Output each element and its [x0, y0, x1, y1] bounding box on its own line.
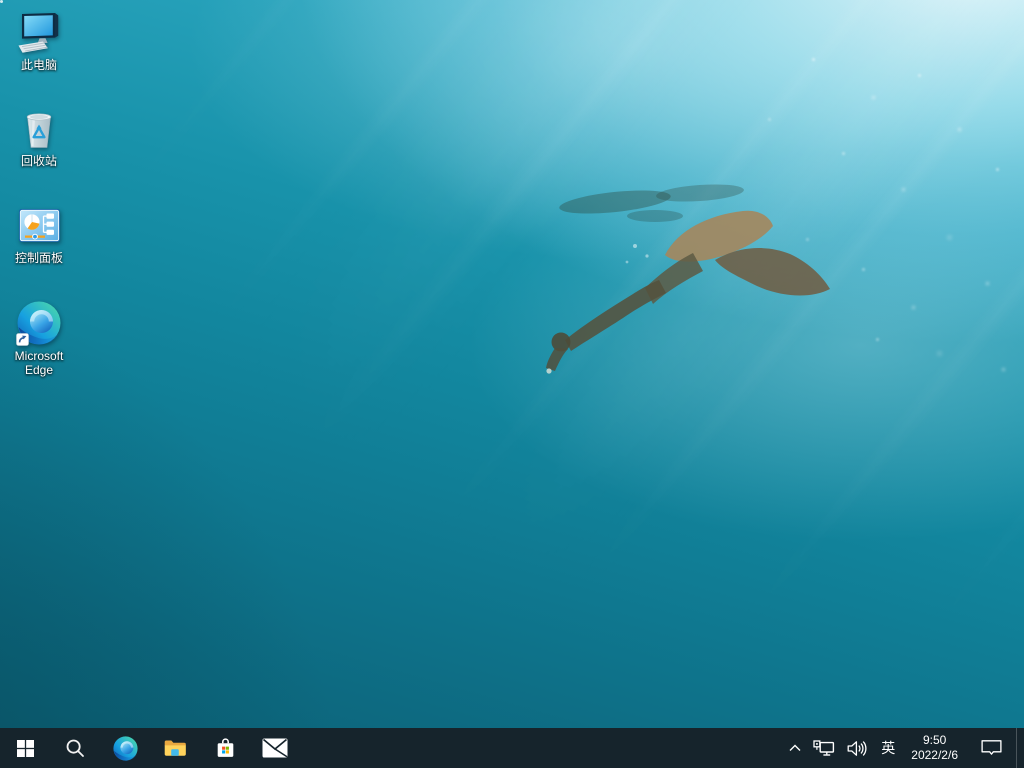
desktop-icon-control-panel[interactable]: 控制面板	[1, 201, 77, 265]
freediver-silhouette	[515, 160, 855, 385]
start-button[interactable]	[0, 728, 50, 768]
volume-icon	[847, 740, 868, 757]
store-bag-icon	[213, 736, 238, 761]
control-panel-icon	[15, 201, 63, 249]
folder-icon	[162, 735, 188, 761]
recycle-bin-icon	[15, 104, 63, 152]
desktop[interactable]: 此电脑 回收站	[0, 0, 1024, 768]
sunray-overlay	[0, 0, 1024, 768]
volume-tray-button[interactable]	[841, 728, 874, 768]
edge-logo-icon	[112, 735, 139, 762]
taskbar-clock[interactable]: 9:50 2022/2/6	[902, 733, 967, 763]
taskbar: 英 9:50 2022/2/6	[0, 728, 1024, 768]
chevron-up-icon	[789, 744, 801, 752]
desktop-icon-recycle-bin[interactable]: 回收站	[1, 104, 77, 168]
windows-logo-icon	[17, 740, 34, 757]
search-button[interactable]	[50, 728, 100, 768]
desktop-icon-this-pc[interactable]: 此电脑	[1, 8, 77, 72]
store-button[interactable]	[200, 728, 250, 768]
show-hidden-icons-button[interactable]	[783, 728, 807, 768]
shortcut-arrow-icon	[16, 333, 29, 346]
search-icon	[65, 738, 85, 758]
show-desktop-button[interactable]	[1016, 728, 1024, 768]
icon-label-control-panel: 控制面板	[15, 251, 63, 265]
computer-monitor-icon	[15, 8, 63, 56]
action-center-icon	[980, 739, 1003, 757]
taskbar-left	[0, 728, 300, 768]
mail-button[interactable]	[250, 728, 300, 768]
icon-label-microsoft-edge: Microsoft Edge	[1, 349, 77, 377]
system-tray: 英 9:50 2022/2/6	[783, 728, 1024, 768]
edge-taskbar-button[interactable]	[100, 728, 150, 768]
clock-time: 9:50	[923, 733, 946, 748]
desktop-icon-microsoft-edge[interactable]: Microsoft Edge	[1, 299, 77, 377]
icon-label-this-pc: 此电脑	[21, 58, 57, 72]
icon-label-recycle-bin: 回收站	[21, 154, 57, 168]
water-sparkles	[0, 0, 3, 3]
mail-envelope-icon	[262, 738, 288, 758]
file-explorer-button[interactable]	[150, 728, 200, 768]
network-tray-button[interactable]	[807, 728, 841, 768]
ime-language-indicator[interactable]: 英	[874, 728, 902, 768]
action-center-button[interactable]	[967, 728, 1016, 768]
network-icon	[813, 740, 835, 757]
clock-date: 2022/2/6	[911, 748, 958, 763]
